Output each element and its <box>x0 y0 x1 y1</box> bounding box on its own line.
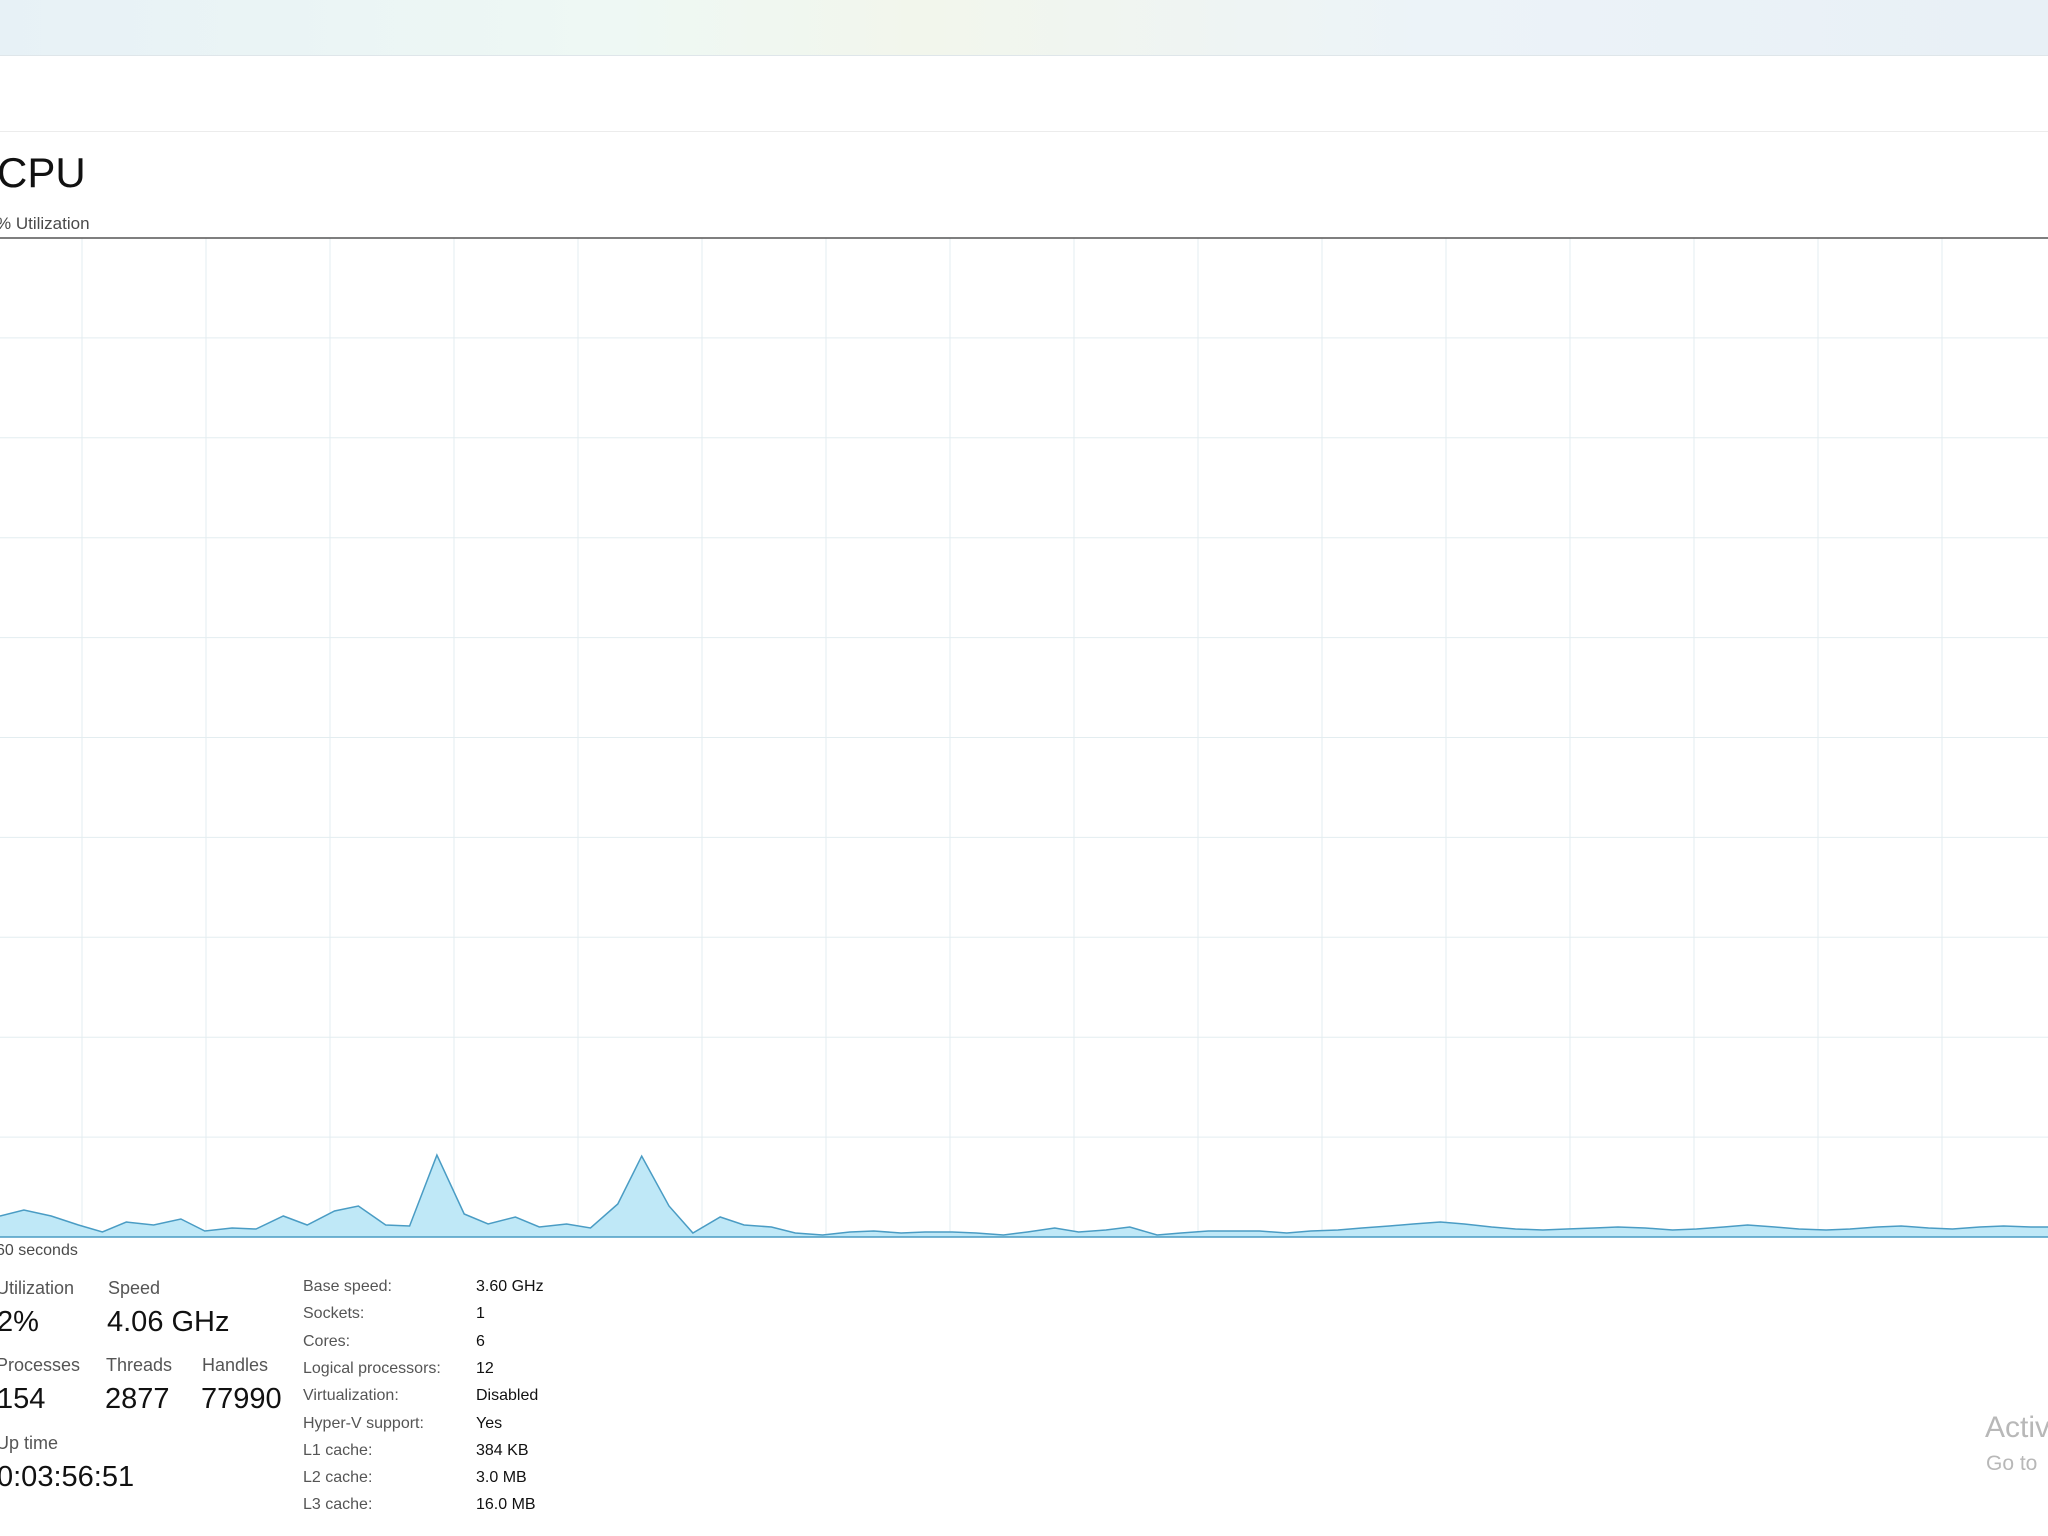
spec-value: 12 <box>476 1360 494 1377</box>
activation-watermark-subtitle: Go to <box>1986 1452 2038 1475</box>
utilization-line <box>0 1153 2048 1236</box>
threads-value: 2877 <box>105 1383 170 1415</box>
spec-value: 1 <box>476 1305 485 1322</box>
utilization-label: Utilization <box>0 1278 75 1298</box>
spec-key: L2 cache: <box>303 1469 373 1486</box>
processes-value: 154 <box>0 1383 46 1415</box>
utilization-value: 2% <box>0 1306 39 1338</box>
spec-key: L3 cache: <box>303 1496 373 1513</box>
task-manager-cpu-page: CPU % Utilization 60 seconds Utilization… <box>0 0 2048 1536</box>
spec-value: 3.60 GHz <box>476 1278 544 1295</box>
speed-label: Speed <box>108 1278 161 1298</box>
spec-key: Sockets: <box>303 1305 365 1322</box>
spec-value: Yes <box>476 1415 503 1432</box>
activation-watermark-title: Activ <box>1985 1411 2048 1444</box>
threads-label: Threads <box>106 1355 173 1375</box>
spec-value: 6 <box>476 1333 485 1350</box>
spec-key: Hyper-V support: <box>303 1415 424 1432</box>
time-window-label: 60 seconds <box>0 1242 78 1259</box>
handles-label: Handles <box>202 1355 269 1375</box>
spec-value: 3.0 MB <box>476 1469 527 1486</box>
spec-value: Disabled <box>476 1387 539 1404</box>
speed-value: 4.06 GHz <box>107 1306 230 1338</box>
spec-key: L1 cache: <box>303 1442 373 1459</box>
uptime-label: Up time <box>0 1433 59 1453</box>
spec-value: 16.0 MB <box>476 1496 536 1513</box>
spec-key: Logical processors: <box>303 1360 441 1377</box>
spec-value: 384 KB <box>476 1442 529 1459</box>
uptime-value: 0:03:56:51 <box>0 1461 135 1493</box>
spec-key: Base speed: <box>303 1278 392 1295</box>
handles-value: 77990 <box>201 1383 282 1415</box>
processes-label: Processes <box>0 1355 81 1375</box>
spec-key: Cores: <box>303 1333 351 1350</box>
spec-key: Virtualization: <box>303 1387 399 1404</box>
